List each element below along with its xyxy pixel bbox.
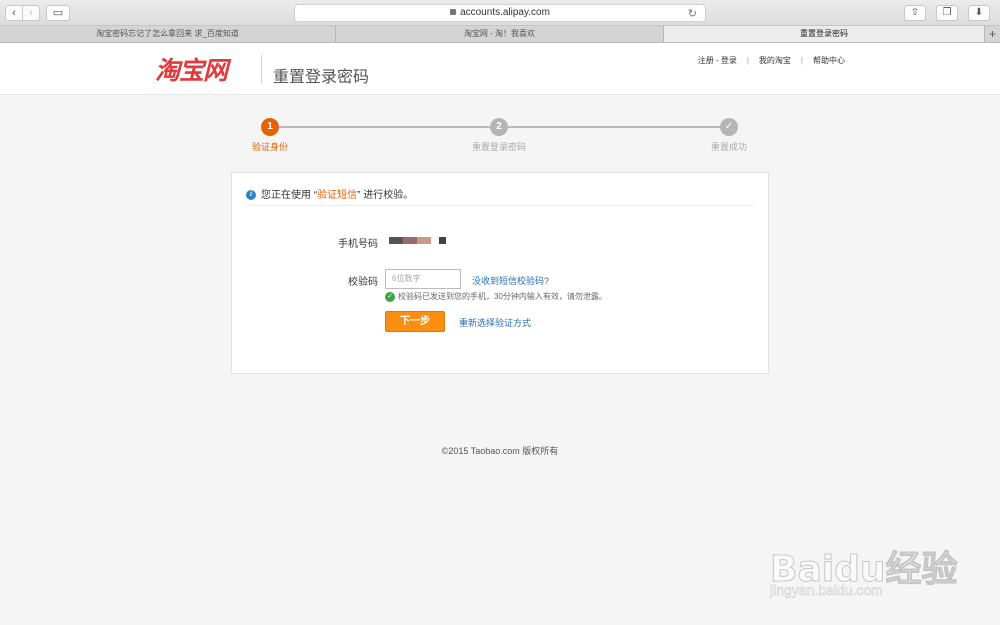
resend-code-link[interactable]: 没收到短信校验码?	[472, 274, 549, 287]
step-2-label: 重置登录密码	[471, 142, 526, 152]
phone-label: 手机号码	[338, 239, 378, 250]
step-2-indicator: 2	[490, 118, 508, 136]
sidebar-toggle-button[interactable]: ▭	[46, 5, 70, 21]
url-text: accounts.alipay.com	[460, 7, 550, 18]
share-button[interactable]: ⇧	[904, 5, 926, 21]
verification-card: i 您正在使用 “验证短信” 进行校验。 手机号码 校验码 6位数字 没收到短信校…	[231, 172, 769, 374]
downloads-button[interactable]: ⬇	[968, 5, 990, 21]
link-separator: |	[746, 56, 749, 65]
tabs-icon: ❐	[942, 7, 952, 18]
forward-button[interactable]: ›	[22, 5, 40, 21]
baidu-jingyan-watermark: Baidu经验 jingyan.baidu.com	[769, 520, 980, 610]
check-circle-icon: ✓	[385, 291, 395, 302]
new-tab-button[interactable]: +	[985, 26, 1000, 42]
back-button[interactable]: ‹	[5, 5, 23, 21]
plus-icon: +	[988, 27, 996, 41]
top-nav-links: 注册 - 登录 | 我的淘宝 | 帮助中心	[698, 55, 845, 66]
sidebar-icon: ▭	[52, 7, 64, 19]
register-login-link[interactable]: 注册 - 登录	[698, 55, 737, 66]
page-header: 淘宝网 重置登录密码 注册 - 登录 | 我的淘宝 | 帮助中心	[0, 43, 1000, 95]
verification-notice: i 您正在使用 “验证短信” 进行校验。	[246, 186, 754, 206]
page-title: 重置登录密码	[273, 69, 370, 86]
verification-method: 验证短信	[317, 190, 358, 201]
verification-code-input[interactable]: 6位数字	[385, 269, 461, 289]
address-bar[interactable]: accounts.alipay.com ↻	[294, 4, 706, 22]
reselect-method-link[interactable]: 重新选择验证方式	[459, 316, 531, 329]
progress-steps: 1 验证身份 2 重置登录密码 ✓ 重置成功	[0, 95, 1000, 165]
next-step-button[interactable]: 下一步	[385, 311, 445, 332]
help-center-link[interactable]: 帮助中心	[813, 55, 845, 66]
tab-bar: 淘宝密码忘记了怎么拿回来 求_百度知道 淘宝网 - 淘！我喜欢 重置登录密码 +	[0, 26, 1000, 43]
step-connector	[508, 126, 720, 128]
taobao-logo[interactable]: 淘宝网	[155, 51, 228, 87]
step-connector	[279, 126, 490, 128]
browser-toolbar: ‹ › ▭ accounts.alipay.com ↻ ⇧ ❐ ⬇	[0, 0, 1000, 26]
my-taobao-link[interactable]: 我的淘宝	[759, 55, 791, 66]
step-3-label: 重置成功	[710, 142, 747, 152]
chevron-right-icon: ›	[29, 7, 33, 19]
step-1-indicator: 1	[261, 118, 279, 136]
lock-icon	[450, 9, 457, 15]
checkmark-icon: ✓	[720, 118, 738, 136]
link-separator: |	[800, 56, 803, 65]
chevron-left-icon: ‹	[12, 7, 16, 19]
info-icon: i	[246, 190, 256, 201]
copyright-text: ©2015 Taobao.com 版权所有	[441, 446, 559, 456]
tabs-overview-button[interactable]: ❐	[936, 5, 958, 21]
watermark-url: jingyan.baidu.com	[770, 582, 883, 599]
header-divider	[261, 55, 262, 83]
download-icon: ⬇	[974, 7, 984, 18]
tab-taobao-home[interactable]: 淘宝网 - 淘！我喜欢	[336, 26, 664, 42]
code-sent-message: ✓ 校验码已发送到您的手机，30分钟内输入有效，请勿泄露。	[385, 291, 607, 302]
masked-phone-number	[389, 237, 446, 244]
step-1-label: 验证身份	[251, 142, 288, 152]
tab-baidu-zhidao[interactable]: 淘宝密码忘记了怎么拿回来 求_百度知道	[0, 26, 336, 42]
reload-icon[interactable]: ↻	[688, 6, 697, 22]
tab-reset-password[interactable]: 重置登录密码	[664, 26, 985, 42]
share-icon: ⇧	[910, 7, 920, 18]
code-label: 校验码	[348, 277, 378, 288]
